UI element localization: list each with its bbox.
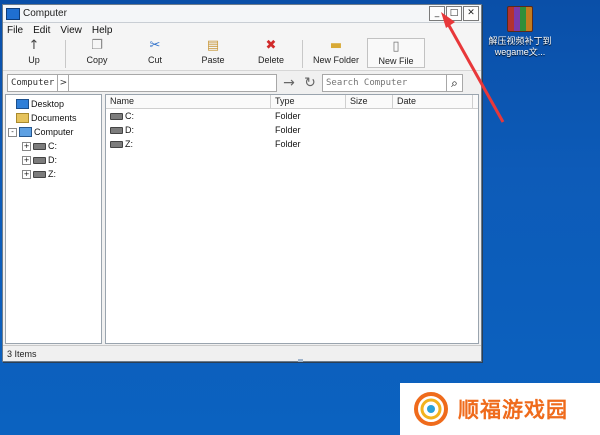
desktop-shortcut[interactable]: 解压视频补丁到wegame文... <box>485 4 555 58</box>
tree-item-drive-d[interactable]: + D: <box>6 153 101 167</box>
tree-item-documents[interactable]: Documents <box>6 111 101 125</box>
menu-view[interactable]: View <box>60 25 82 36</box>
resize-grip[interactable] <box>298 359 303 362</box>
maximize-button[interactable]: □ <box>446 6 462 21</box>
breadcrumb-computer[interactable]: Computer <box>8 75 59 91</box>
documents-icon <box>16 113 29 123</box>
menu-help[interactable]: Help <box>92 25 113 36</box>
cut-button[interactable]: ✂ Cut <box>126 38 184 70</box>
column-header-name[interactable]: Name <box>106 95 271 108</box>
search-input[interactable] <box>323 77 442 89</box>
drive-icon <box>33 170 46 178</box>
drive-icon <box>110 140 123 148</box>
expand-icon[interactable]: + <box>22 155 31 165</box>
copy-button[interactable]: ❐ Copy <box>68 38 126 70</box>
column-header-date[interactable]: Date <box>393 95 473 108</box>
menu-edit[interactable]: Edit <box>33 25 50 36</box>
tree-item-computer[interactable]: - Computer <box>6 125 101 139</box>
up-button[interactable]: ↑ Up <box>5 38 63 70</box>
desktop-icon <box>16 99 29 109</box>
file-manager-window: Computer _ □ ✕ File Edit View Help ↑ Up … <box>2 4 482 362</box>
search-box: ⌕ <box>322 74 463 92</box>
new-folder-icon: ▬ <box>329 38 343 53</box>
clipboard-icon: ▤ <box>206 38 220 53</box>
tree-item-drive-z[interactable]: + Z: <box>6 167 101 181</box>
menu-file[interactable]: File <box>7 25 23 36</box>
drive-icon <box>110 126 123 134</box>
computer-icon <box>19 127 32 137</box>
tree-item-drive-c[interactable]: + C: <box>6 139 101 153</box>
go-arrow-icon[interactable]: → <box>280 74 298 92</box>
delete-x-icon: ✖ <box>265 38 277 53</box>
delete-button[interactable]: ✖ Delete <box>242 38 300 70</box>
column-header-size[interactable]: Size <box>346 95 393 108</box>
title-bar[interactable]: Computer _ □ ✕ <box>3 5 481 23</box>
address-field[interactable]: Computer > <box>7 74 277 92</box>
table-row[interactable]: Z: Folder <box>106 137 478 151</box>
paste-button[interactable]: ▤ Paste <box>184 38 242 70</box>
up-arrow-icon: ↑ <box>28 38 40 53</box>
address-bar: Computer > → ↻ ⌕ <box>3 71 481 95</box>
table-row[interactable]: D: Folder <box>106 123 478 137</box>
copy-icon: ❐ <box>91 38 103 53</box>
new-file-button[interactable]: ▯ New File <box>367 38 425 68</box>
menu-bar: File Edit View Help <box>3 23 481 38</box>
expand-icon[interactable]: + <box>22 141 31 151</box>
table-row[interactable]: C: Folder <box>106 109 478 123</box>
scissors-icon: ✂ <box>149 38 161 53</box>
minimize-button[interactable]: _ <box>429 6 445 21</box>
breadcrumb-chevron-icon[interactable]: > <box>58 75 70 91</box>
computer-app-icon <box>6 7 20 20</box>
window-title: Computer <box>23 8 67 19</box>
tree-item-desktop[interactable]: Desktop <box>6 97 101 111</box>
toolbar-separator <box>65 40 66 68</box>
desktop-shortcut-label: 解压视频补丁到wegame文... <box>488 36 552 57</box>
watermark-logo-icon <box>414 392 448 426</box>
file-list: Name Type Size Date C: Folder D: Folder … <box>105 94 479 344</box>
refresh-icon[interactable]: ↻ <box>301 74 319 92</box>
drive-icon <box>110 112 123 120</box>
column-header-type[interactable]: Type <box>271 95 346 108</box>
new-file-icon: ▯ <box>392 39 400 54</box>
drive-icon <box>33 142 46 150</box>
status-bar: 3 Items <box>3 345 481 361</box>
expand-icon[interactable]: + <box>22 169 31 179</box>
close-button[interactable]: ✕ <box>463 6 479 21</box>
toolbar-separator <box>302 40 303 68</box>
search-icon[interactable]: ⌕ <box>446 74 462 92</box>
new-folder-button[interactable]: ▬ New Folder <box>305 38 367 70</box>
watermark-text: 顺福游戏园 <box>458 398 568 422</box>
list-header: Name Type Size Date <box>106 95 478 109</box>
archive-icon <box>507 6 533 32</box>
drive-icon <box>33 156 46 164</box>
folder-tree: Desktop Documents - Computer + C: + D: +… <box>5 94 102 344</box>
watermark: 顺福游戏园 <box>400 383 600 435</box>
toolbar: ↑ Up ❐ Copy ✂ Cut ▤ Paste ✖ Delete ▬ New… <box>3 38 481 71</box>
collapse-icon[interactable]: - <box>8 127 17 137</box>
